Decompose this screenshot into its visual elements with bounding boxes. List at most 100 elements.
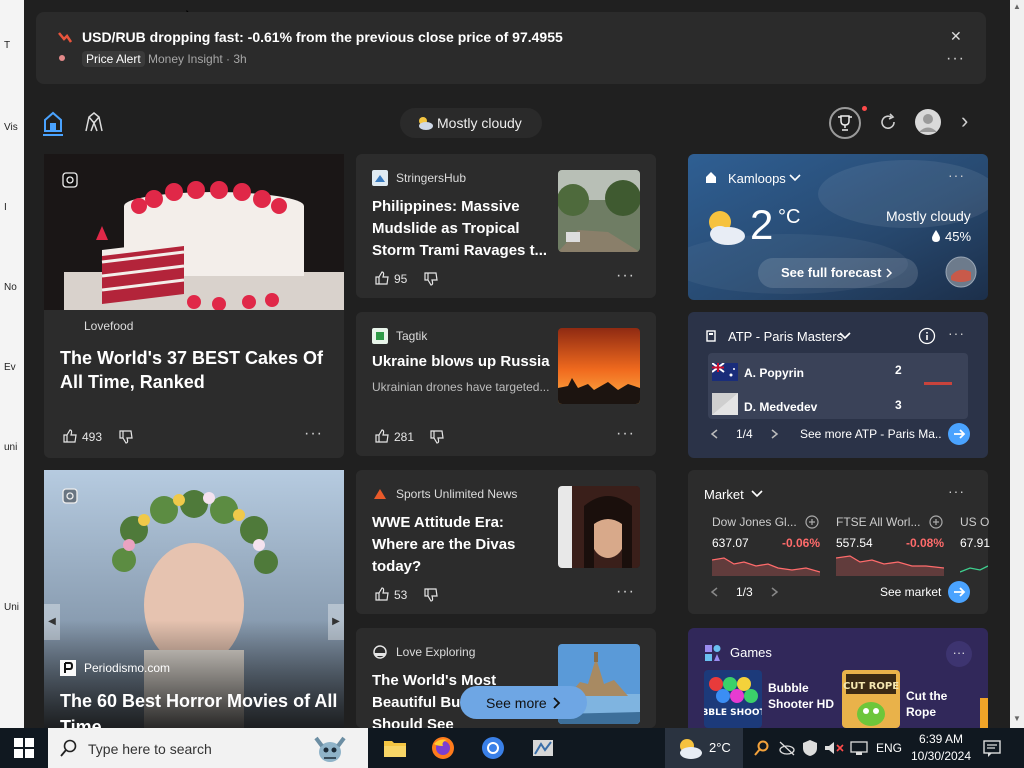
market-item-value: 67.91 — [960, 536, 991, 550]
cake-image — [44, 154, 344, 310]
weather-more-icon[interactable]: ··· — [948, 167, 965, 183]
language-indicator[interactable]: ENG — [876, 741, 902, 755]
chevron-left-icon[interactable] — [709, 428, 721, 440]
see-market-link[interactable]: See market — [880, 585, 941, 599]
chevron-right-icon[interactable] — [768, 428, 780, 440]
carousel-next-button[interactable]: ▶ — [328, 604, 344, 640]
search-tray-icon[interactable] — [754, 740, 770, 756]
like-count: 281 — [394, 430, 415, 444]
thumbs-up-icon[interactable] — [62, 428, 78, 444]
card-subtitle: Ukrainian drones have targeted... — [372, 380, 550, 394]
market-item-name[interactable]: Dow Jones Gl... — [712, 515, 797, 529]
notification-dot-icon — [862, 106, 867, 111]
thumbs-up-icon[interactable] — [374, 428, 390, 444]
fire-thumbnail — [558, 328, 640, 404]
clock-date[interactable]: 10/30/2024 — [906, 749, 976, 763]
card-title[interactable]: WWE Attitude Era: Where are the Divas to… — [372, 512, 552, 578]
games-more-icon[interactable]: ··· — [946, 641, 972, 667]
search-icon — [60, 739, 77, 757]
sparkline-chart — [960, 565, 988, 573]
chevron-right-icon — [553, 697, 561, 709]
home-icon — [706, 172, 716, 183]
notification-title: USD/RUB dropping fast: -0.61% from the p… — [82, 29, 563, 45]
avatar[interactable] — [915, 109, 941, 135]
card-source: Lovefood — [84, 319, 134, 333]
player-score: 2 — [895, 363, 902, 377]
market-item-name[interactable]: US O — [960, 515, 989, 529]
sports-title[interactable]: ATP - Paris Masters — [728, 329, 843, 344]
price-alert-notification[interactable] — [36, 12, 986, 84]
thumbs-up-icon[interactable] — [374, 270, 390, 286]
card-title[interactable]: The 60 Best Horror Movies of All Time — [60, 688, 340, 728]
chevron-down-icon[interactable] — [750, 489, 764, 499]
card-title[interactable]: Ukraine blows up Russia — [372, 351, 552, 373]
notification-source: Money Insight · 3h — [148, 52, 247, 66]
home-icon[interactable] — [42, 110, 64, 136]
arrow-right-button[interactable] — [947, 580, 971, 604]
partly-cloudy-icon — [680, 739, 702, 759]
notification-more-icon[interactable]: ··· — [946, 50, 965, 68]
info-icon[interactable] — [918, 327, 936, 345]
cloud-offline-icon[interactable] — [778, 740, 796, 756]
thumbs-up-icon[interactable] — [374, 586, 390, 602]
chevron-right-icon[interactable]: › — [961, 108, 968, 134]
tennis-icon — [706, 330, 716, 342]
chevron-down-icon[interactable] — [838, 331, 852, 341]
scrollbar[interactable]: ▲ ▼ — [1010, 0, 1024, 728]
price-alert-badge: Price Alert — [82, 51, 145, 67]
australia-flag-icon — [712, 363, 738, 381]
chevron-left-icon[interactable] — [709, 586, 721, 598]
scroll-down-icon[interactable]: ▼ — [1013, 714, 1021, 723]
notifications-icon[interactable] — [982, 738, 1002, 758]
game-name[interactable]: Bubble Shooter HD — [768, 680, 834, 712]
market-title[interactable]: Market — [704, 487, 744, 502]
market-page-indicator: 1/3 — [736, 585, 753, 599]
add-icon[interactable] — [929, 515, 943, 529]
weather-unit[interactable]: °C — [778, 206, 800, 229]
close-icon[interactable]: ✕ — [950, 28, 962, 45]
chrome-icon[interactable] — [481, 736, 505, 760]
weather-precip: 45% — [945, 229, 972, 244]
volume-muted-icon[interactable] — [824, 740, 844, 756]
weather-condition: Mostly cloudy — [886, 208, 971, 224]
chevron-down-icon[interactable] — [788, 173, 802, 183]
player-score: 3 — [895, 398, 902, 412]
trophy-icon — [838, 115, 852, 131]
refresh-icon[interactable] — [878, 112, 898, 132]
game-name[interactable]: Cut the Rope — [906, 688, 966, 720]
sports-see-more-link[interactable]: See more ATP - Paris Ma... — [800, 427, 942, 441]
desktop-background: T Vis I No Ev uni Uni — [0, 0, 24, 728]
windows-start-icon[interactable] — [14, 738, 34, 758]
firefox-icon[interactable] — [431, 736, 455, 760]
weather-map-icon[interactable] — [945, 256, 977, 288]
chevron-right-icon[interactable] — [768, 586, 780, 598]
sports-icon[interactable] — [83, 111, 105, 133]
add-icon[interactable] — [805, 515, 819, 529]
thumbs-down-icon[interactable] — [429, 429, 445, 445]
app-icon[interactable] — [531, 736, 555, 760]
card-title[interactable]: Philippines: Massive Mudslide as Tropica… — [372, 196, 552, 262]
thumbs-down-icon[interactable] — [423, 587, 439, 603]
thumbs-down-icon[interactable] — [118, 429, 134, 445]
card-title[interactable]: The World's 37 BEST Cakes Of All Time, R… — [60, 346, 330, 394]
market-item-change: -0.08% — [906, 536, 945, 550]
thumbs-down-icon[interactable] — [423, 271, 439, 287]
love-exploring-logo-icon — [373, 645, 387, 659]
stringershub-logo-icon — [372, 170, 388, 186]
games-title[interactable]: Games — [730, 645, 772, 660]
see-more-label: See more — [486, 695, 547, 711]
arrow-right-button[interactable] — [947, 422, 971, 446]
live-indicator — [924, 382, 952, 385]
scroll-up-icon[interactable]: ▲ — [1013, 2, 1021, 11]
network-icon[interactable] — [850, 740, 868, 756]
file-explorer-icon[interactable] — [383, 736, 407, 760]
search-highlight-icon[interactable] — [310, 730, 350, 766]
weather-temperature: 2 — [750, 201, 774, 248]
market-item-name[interactable]: FTSE All Worl... — [836, 515, 920, 529]
clock-time[interactable]: 6:39 AM — [916, 732, 966, 746]
carousel-prev-button[interactable]: ◀ — [44, 604, 60, 640]
security-icon[interactable] — [802, 739, 818, 757]
card-source: Love Exploring — [396, 645, 476, 659]
weather-location[interactable]: Kamloops — [728, 171, 786, 186]
tagtik-logo-icon — [372, 328, 388, 344]
